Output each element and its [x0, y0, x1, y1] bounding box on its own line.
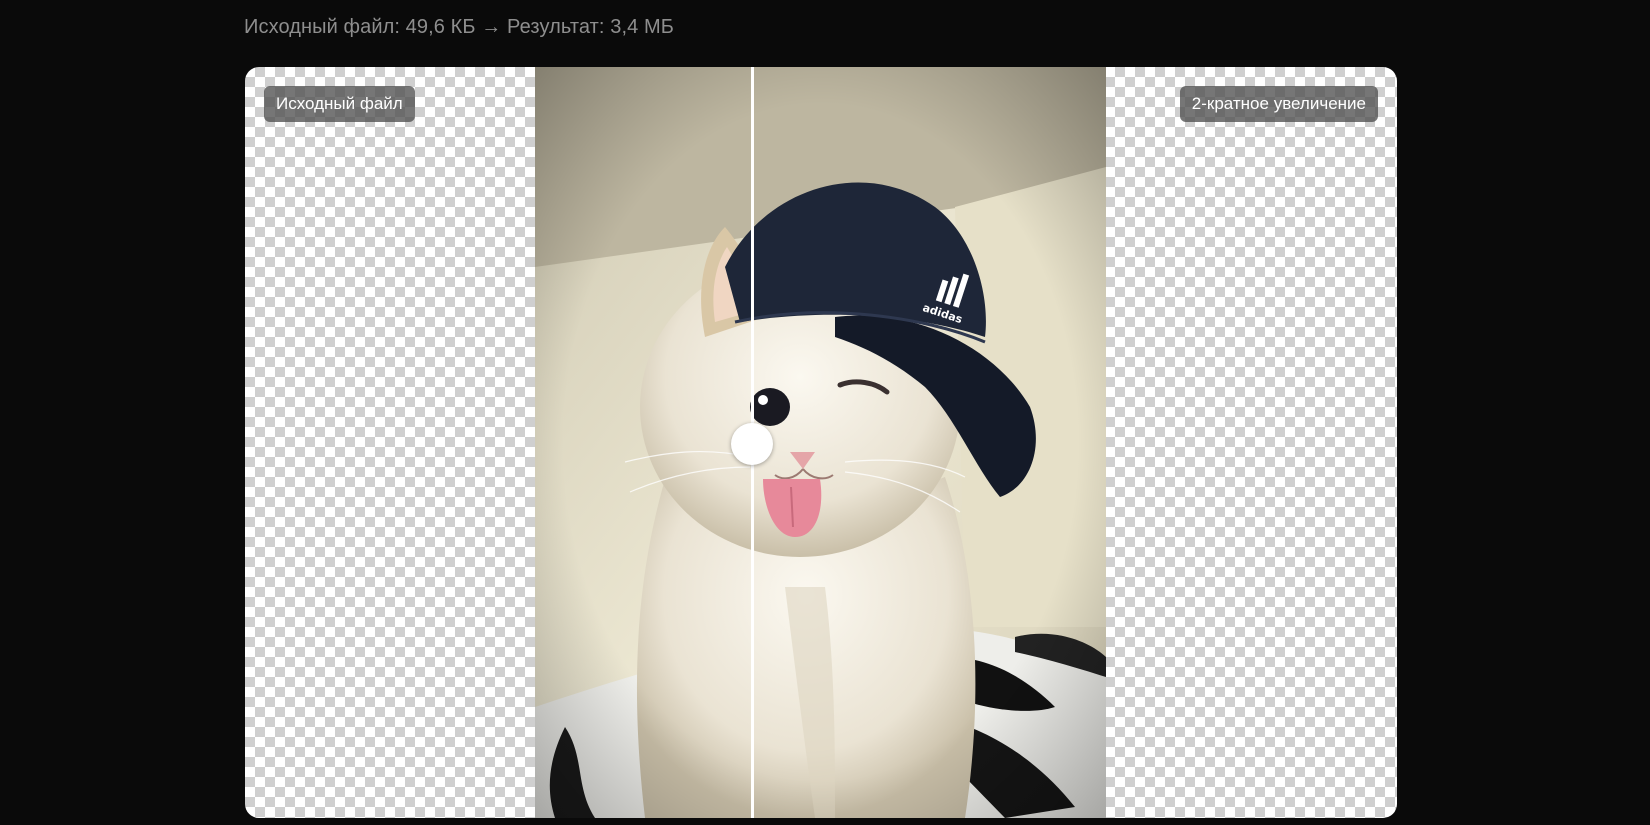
slider-handle[interactable]: [731, 423, 773, 465]
comparison-viewer[interactable]: adidas Исходный файл 2-кратное увеличени…: [245, 67, 1397, 818]
cat-photo: adidas: [535, 67, 1106, 818]
upscaled-label: 2-кратное увеличение: [1179, 86, 1378, 122]
file-size-info: Исходный файл: 49,6 КБ → Результат: 3,4 …: [244, 16, 674, 38]
original-label: Исходный файл: [264, 86, 415, 122]
